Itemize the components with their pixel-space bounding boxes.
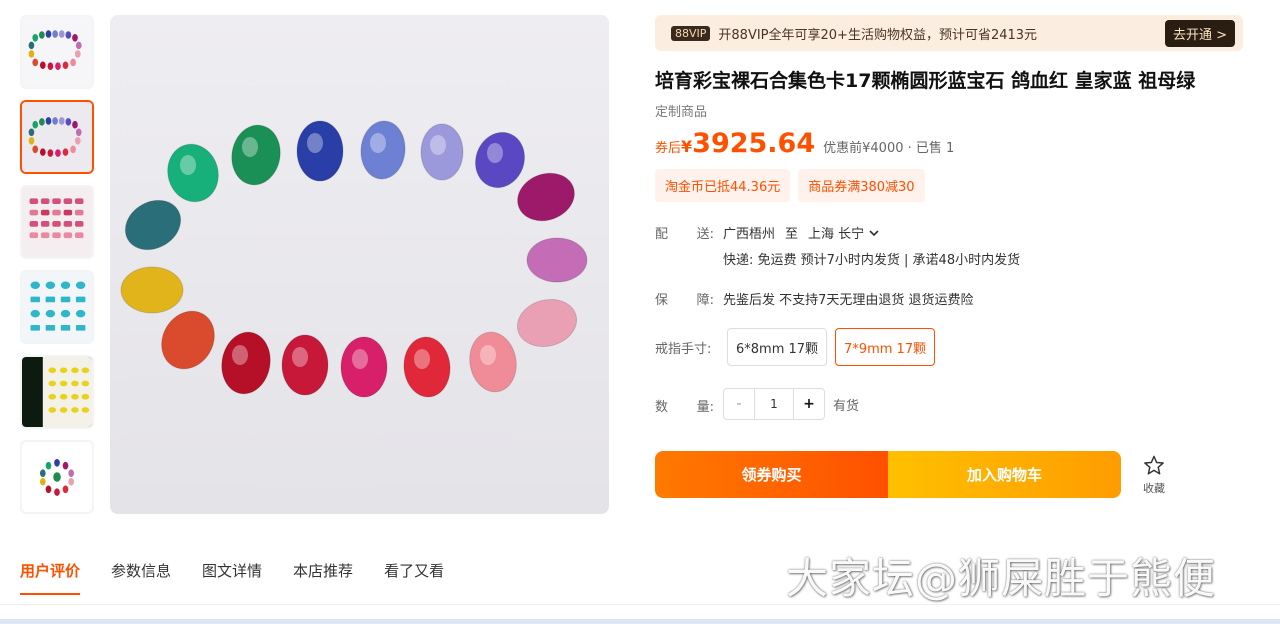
quantity-input[interactable]: 1 (754, 389, 794, 419)
vip-banner: 88VIP 开88VIP全年可享20+生活购物权益，预计可省2413元 去开通 … (655, 15, 1243, 51)
quantity-stepper: - 1 + 有货 (723, 388, 859, 420)
price-prefix: 券后 (655, 141, 682, 156)
thumbnail-4[interactable] (20, 270, 94, 344)
vip-benefit-text: 开88VIP全年可享20+生活购物权益，预计可省2413元 (718, 27, 1038, 43)
coupon-list: 淘金币已抵44.36元 商品券满380减30 (655, 169, 933, 202)
price-row: 券后 ¥ 3925.64 优惠前¥4000 · 已售 1 (655, 128, 954, 159)
tab-params[interactable]: 参数信息 (111, 560, 171, 595)
vip-badge: 88VIP (671, 25, 711, 41)
ring-size-option-7x9[interactable]: 7*9mm 17颗 (835, 328, 936, 366)
thumbnail-strip (20, 15, 95, 525)
shipping-route: 广西梧州 至 上海 长宁 (723, 223, 880, 242)
thumbnail-3[interactable] (20, 185, 94, 259)
price-meta: 优惠前¥4000 · 已售 1 (823, 141, 955, 156)
detail-tabs: 用户评价 参数信息 图文详情 本店推荐 看了又看 (20, 560, 475, 595)
shipping-destination[interactable]: 上海 长宁 (808, 223, 864, 242)
ring-size-option-6x8[interactable]: 6*8mm 17颗 (727, 328, 828, 366)
ring-size-options: 6*8mm 17颗 7*9mm 17颗 (727, 328, 943, 366)
favorite-label: 收藏 (1143, 482, 1165, 495)
price-currency: ¥ (681, 137, 693, 156)
shipping-to-word: 至 (785, 227, 799, 242)
coupon-buy-button[interactable]: 领券购买 (655, 451, 888, 498)
main-product-image[interactable] (110, 15, 609, 514)
star-icon (1144, 455, 1164, 475)
watermark-text: 大家坛@狮屎胜于熊便 (786, 554, 1217, 603)
guarantee-label: 保障: (655, 293, 714, 308)
tab-also-viewed[interactable]: 看了又看 (384, 560, 444, 595)
product-page: 88VIP 开88VIP全年可享20+生活购物权益，预计可省2413元 去开通 … (0, 0, 1280, 624)
purchase-buttons: 领券购买 加入购物车 (655, 451, 1121, 498)
quantity-plus-button[interactable]: + (794, 389, 824, 419)
price-value: 3925.64 (692, 128, 816, 159)
thumbnail-1[interactable] (20, 15, 94, 89)
bottom-edge-bar (0, 619, 1280, 624)
tab-reviews[interactable]: 用户评价 (20, 560, 81, 595)
quantity-label: 数量: (655, 400, 714, 415)
shipping-label: 配送: (655, 227, 714, 242)
guarantee-text: 先鉴后发 不支持7天无理由退货 退货运费险 (723, 293, 974, 308)
custom-product-tag: 定制商品 (655, 105, 708, 120)
add-to-cart-button[interactable]: 加入购物车 (888, 451, 1121, 498)
chevron-down-icon[interactable] (868, 227, 880, 239)
shipping-from: 广西梧州 (723, 227, 776, 242)
tab-details[interactable]: 图文详情 (202, 560, 262, 595)
product-title: 培育彩宝裸石合集色卡17颗椭圆形蓝宝石 鸽血红 皇家蓝 祖母绿 (655, 70, 1196, 92)
thumbnail-6[interactable] (20, 440, 94, 514)
vip-activate-button[interactable]: 去开通 > (1164, 19, 1235, 47)
coupon-store[interactable]: 商品券满380减30 (798, 169, 925, 202)
coupon-coin[interactable]: 淘金币已抵44.36元 (655, 169, 791, 202)
favorite-button[interactable]: 收藏 (1138, 455, 1170, 496)
shipping-detail: 快递: 免运费 预计7小时内发货 | 承诺48小时内发货 (723, 253, 1021, 268)
thumbnail-2-selected[interactable] (20, 100, 94, 174)
quantity-minus-button[interactable]: - (724, 389, 754, 419)
thumbnail-5[interactable] (20, 355, 94, 429)
ring-size-label: 戒指手寸: (655, 342, 712, 357)
tab-store-recommend[interactable]: 本店推荐 (293, 560, 353, 595)
stock-status: 有货 (833, 398, 860, 414)
